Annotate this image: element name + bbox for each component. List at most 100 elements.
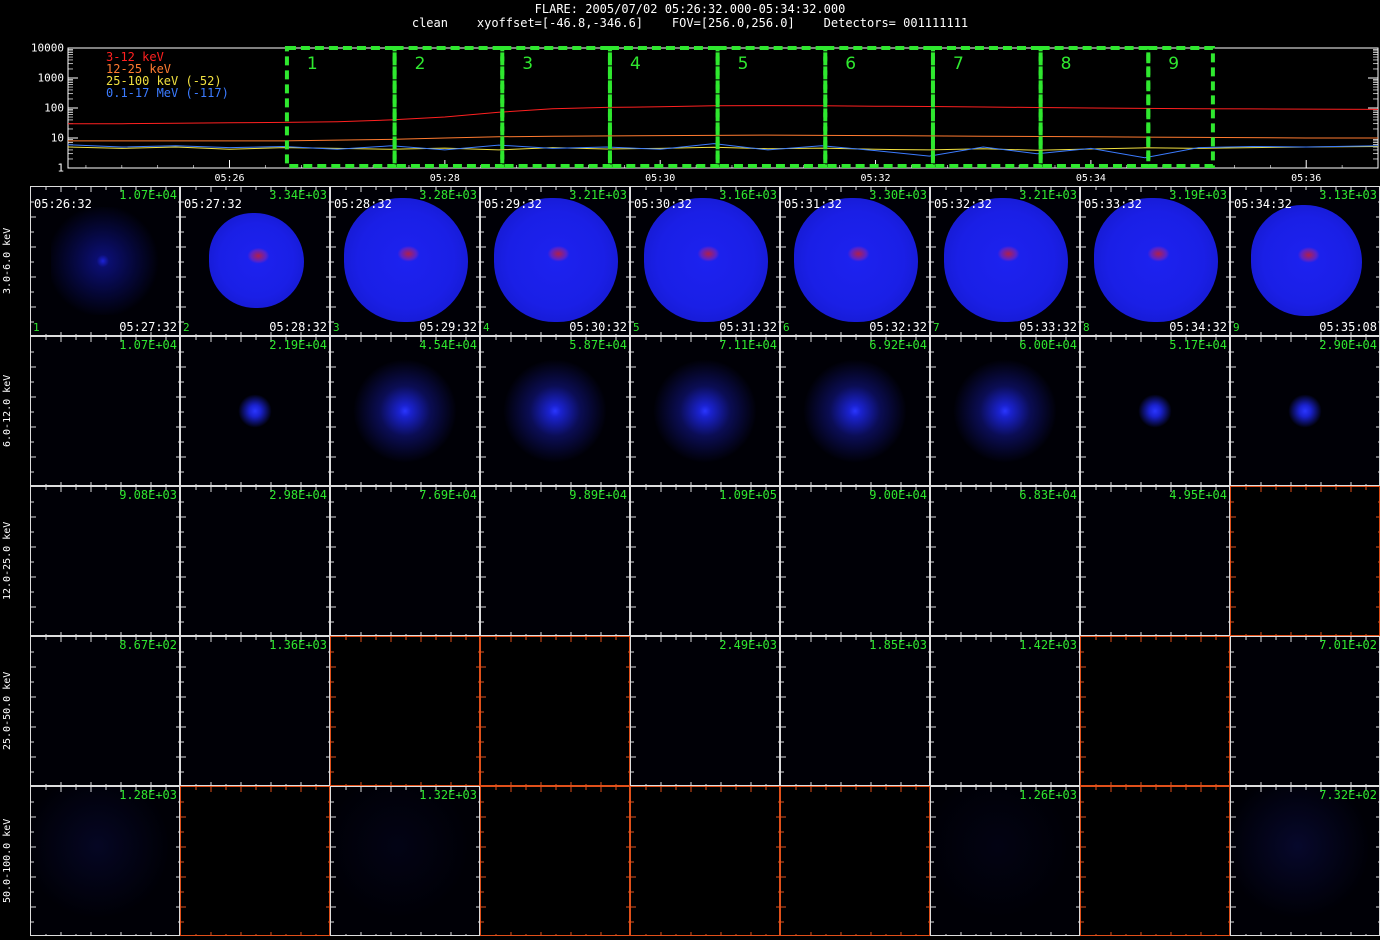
image-cell: 2.49E+03 (630, 636, 780, 786)
interval-index: 8 (1083, 321, 1090, 334)
image-cell: 3.34E+03 05:27:32 05:28:32 2 (180, 186, 330, 336)
image-max-value: 2.49E+03 (719, 638, 777, 652)
image-max-value: 7.11E+04 (719, 338, 777, 352)
interval-start-time: 05:30:32 (634, 197, 692, 211)
image-cell: 6.00E+04 (930, 336, 1080, 486)
source-blob (496, 352, 614, 470)
image-max-value: 1.26E+03 (1019, 788, 1077, 802)
y-tick-label: 1 (57, 162, 64, 175)
image-cell (330, 636, 480, 786)
interval-label-3: 3 (522, 54, 533, 74)
source-blob (331, 787, 479, 935)
interval-index: 2 (183, 321, 190, 334)
source-blob (646, 352, 764, 470)
image-max-value: 4.95E+04 (1169, 488, 1227, 502)
image-cell: 1.28E+03 (30, 786, 180, 936)
energy-band-label: 12.0-25.0 keV (2, 521, 13, 601)
interval-index: 3 (333, 321, 340, 334)
image-cell: 3.30E+03 05:31:32 05:32:32 6 (780, 186, 930, 336)
interval-end-time: 05:29:32 (419, 320, 477, 334)
image-cell: 1.07E+04 05:26:32 05:27:32 1 (30, 186, 180, 336)
image-cell: 7.11E+04 (630, 336, 780, 486)
image-cell: 7.69E+04 (330, 486, 480, 636)
source-blob (196, 352, 314, 470)
image-cell: 7.32E+02 (1230, 786, 1380, 936)
interval-index: 1 (33, 321, 40, 334)
header-line-2: clean xyoffset=[-46.8,-346.6] FOV=[256.0… (411, 16, 969, 30)
image-max-value: 2.98E+04 (269, 488, 327, 502)
image-cell: 3.16E+03 05:30:32 05:31:32 5 (630, 186, 780, 336)
image-cube-grid: 3.0-6.0 keV 1.07E+04 05:26:32 05:27:32 1 3.34… (0, 186, 1380, 940)
interval-end-time: 05:27:32 (119, 320, 177, 334)
interval-label-6: 6 (845, 54, 856, 74)
lightcurve-frame (67, 47, 1379, 169)
x-tick-label: 05:34 (1076, 173, 1106, 184)
image-cell: 9.00E+04 (780, 486, 930, 636)
image-max-value: 1.07E+04 (119, 338, 177, 352)
image-max-value: 9.89E+04 (569, 488, 627, 502)
image-cell: 4.54E+04 (330, 336, 480, 486)
interval-end-time: 05:31:32 (719, 320, 777, 334)
interval-start-time: 05:34:32 (1234, 197, 1292, 211)
image-max-value: 3.34E+03 (269, 188, 327, 202)
image-cell: 2.90E+04 (1230, 336, 1380, 486)
image-max-value: 4.54E+04 (419, 338, 477, 352)
energy-band-label: 6.0-12.0 keV (2, 374, 13, 448)
image-cell (180, 786, 330, 936)
image-max-value: 2.19E+04 (269, 338, 327, 352)
image-cell: 9.89E+04 (480, 486, 630, 636)
image-max-value: 3.16E+03 (719, 188, 777, 202)
image-cell: 3.13E+03 05:34:32 05:35:08 9 (1230, 186, 1380, 336)
image-cell: 7.01E+02 (1230, 636, 1380, 786)
interval-label-7: 7 (953, 54, 964, 74)
source-blob (1231, 787, 1379, 935)
image-cell: 1.26E+03 (930, 786, 1080, 936)
image-cell: 1.42E+03 (930, 636, 1080, 786)
image-max-value: 9.00E+04 (869, 488, 927, 502)
source-blob (1246, 352, 1364, 470)
lightcurve-plot: 10000 1000 100 10 1 05:26 05:28 05:30 05:32 05:34… (31, 42, 1379, 184)
image-max-value: 6.00E+04 (1019, 338, 1077, 352)
interval-index: 6 (783, 321, 790, 334)
x-tick-label: 05:28 (430, 173, 460, 184)
source-blob (1250, 204, 1362, 316)
image-cell (1230, 486, 1380, 636)
image-cell: 1.09E+05 (630, 486, 780, 636)
image-max-value: 3.21E+03 (569, 188, 627, 202)
image-cell (1080, 786, 1230, 936)
image-cell: 8.67E+02 (30, 636, 180, 786)
image-cell: 1.85E+03 (780, 636, 930, 786)
y-tick-label: 100 (44, 102, 64, 115)
interval-start-time: 05:31:32 (784, 197, 842, 211)
image-max-value: 7.32E+02 (1319, 788, 1377, 802)
source-blob (644, 198, 768, 322)
x-tick-label: 05:32 (860, 173, 890, 184)
interval-end-time: 05:30:32 (569, 320, 627, 334)
image-cell (480, 636, 630, 786)
image-max-value: 3.19E+03 (1169, 188, 1227, 202)
image-cell: 5.87E+04 (480, 336, 630, 486)
image-max-value: 3.13E+03 (1319, 188, 1377, 202)
source-blob (1094, 198, 1218, 322)
interval-label-9: 9 (1168, 54, 1179, 74)
image-cell: 2.98E+04 (180, 486, 330, 636)
image-max-value: 6.83E+04 (1019, 488, 1077, 502)
image-max-value: 1.07E+04 (119, 188, 177, 202)
image-cell: 3.28E+03 05:28:32 05:29:32 3 (330, 186, 480, 336)
source-blob (931, 787, 1079, 935)
image-max-value: 1.09E+05 (719, 488, 777, 502)
interval-end-time: 05:33:32 (1019, 320, 1077, 334)
interval-label-5: 5 (738, 54, 749, 74)
interval-end-time: 05:34:32 (1169, 320, 1227, 334)
source-blob (794, 198, 918, 322)
x-tick-label: 05:26 (214, 173, 244, 184)
energy-band-label: 50.0-100.0 keV (2, 818, 13, 904)
image-cell (630, 786, 780, 936)
interval-start-time: 05:26:32 (34, 197, 92, 211)
image-max-value: 3.21E+03 (1019, 188, 1077, 202)
image-max-value: 7.01E+02 (1319, 638, 1377, 652)
image-cell: 9.08E+03 (30, 486, 180, 636)
image-max-value: 8.67E+02 (119, 638, 177, 652)
image-cell (1080, 636, 1230, 786)
source-blob (208, 212, 304, 308)
